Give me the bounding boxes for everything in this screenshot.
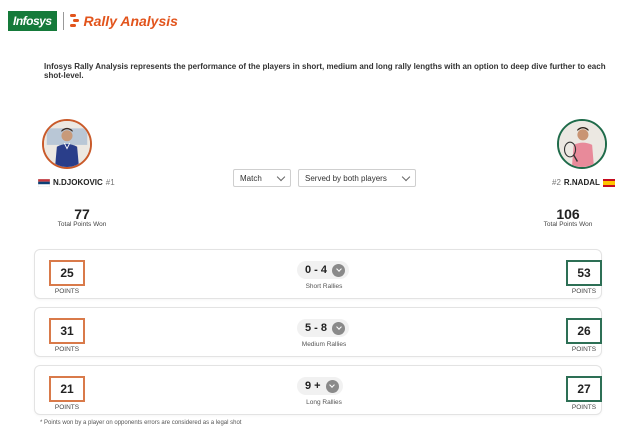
- expand-chevron-icon[interactable]: [332, 321, 346, 335]
- serve-select-value: Served by both players: [305, 173, 387, 183]
- player2-points-box: 26: [566, 318, 602, 344]
- player1-total-label: Total Points Won: [57, 221, 107, 228]
- rally-range: 0 - 4: [305, 264, 328, 276]
- player2-points-box: 53: [566, 260, 602, 286]
- rally-range-toggle[interactable]: 9 +: [297, 377, 343, 395]
- serve-select[interactable]: Served by both players: [298, 169, 416, 187]
- player2-points-box: 27: [566, 376, 602, 402]
- player2-avatar: [557, 119, 607, 169]
- expand-chevron-icon[interactable]: [325, 379, 339, 393]
- rally-card-short: 25 POINTS 0 - 4 Short Rallies 53 POINTS: [34, 249, 602, 299]
- scope-select[interactable]: Match: [233, 169, 291, 187]
- player2-label: #2 R.NADAL: [552, 178, 615, 187]
- rally-analysis-logo-icon: [69, 13, 80, 29]
- scope-select-value: Match: [240, 173, 262, 183]
- player1-rank: #1: [105, 178, 115, 187]
- rally-card-medium: 31 POINTS 5 - 8 Medium Rallies 26 POINTS: [34, 307, 602, 357]
- player2-total-points: 106: [556, 206, 580, 222]
- rally-range-toggle[interactable]: 0 - 4: [297, 261, 350, 279]
- player1-points-box: 31: [49, 318, 85, 344]
- rally-range: 5 - 8: [305, 322, 328, 334]
- player1-label: N.DJOKOVIC #1: [38, 178, 115, 187]
- player1-name[interactable]: N.DJOKOVIC: [53, 178, 103, 187]
- product-title: Rally Analysis: [83, 13, 178, 29]
- player2-total-label: Total Points Won: [543, 221, 593, 228]
- player1-total: 77 Total Points Won: [42, 207, 122, 228]
- player1-avatar: [42, 119, 92, 169]
- infosys-logo[interactable]: Infosys: [8, 11, 57, 31]
- chevron-down-icon: [401, 172, 411, 181]
- rally-range-toggle[interactable]: 5 - 8: [297, 319, 350, 337]
- rally-name: Long Rallies: [306, 399, 342, 406]
- player1-points-label: POINTS: [54, 288, 80, 295]
- serbia-flag-icon: [38, 178, 50, 187]
- player2-name[interactable]: R.NADAL: [564, 178, 600, 187]
- player2-points-label: POINTS: [571, 404, 597, 411]
- expand-chevron-icon[interactable]: [332, 263, 346, 277]
- player2-points-label: POINTS: [571, 288, 597, 295]
- rally-range: 9 +: [305, 380, 321, 392]
- rally-card-long: 21 POINTS 9 + Long Rallies 27 POINTS: [34, 365, 602, 415]
- player1-points-box: 25: [49, 260, 85, 286]
- player2-rank: #2: [552, 178, 561, 187]
- intro-text: Infosys Rally Analysis represents the pe…: [44, 62, 606, 80]
- header: Infosys Rally Analysis: [8, 10, 178, 32]
- player1-total-points: 77: [74, 206, 90, 222]
- rally-name: Short Rallies: [305, 283, 343, 290]
- player1-points-label: POINTS: [54, 404, 80, 411]
- rally-name: Medium Rallies: [301, 341, 347, 348]
- player1-points-box: 21: [49, 376, 85, 402]
- player1-points-label: POINTS: [54, 346, 80, 353]
- chevron-down-icon: [276, 172, 286, 181]
- footnote: * Points won by a player on opponents er…: [40, 420, 242, 426]
- spain-flag-icon: [602, 178, 615, 187]
- player2-points-label: POINTS: [571, 346, 597, 353]
- player2-total: 106 Total Points Won: [528, 207, 608, 228]
- logo-divider: [62, 12, 64, 30]
